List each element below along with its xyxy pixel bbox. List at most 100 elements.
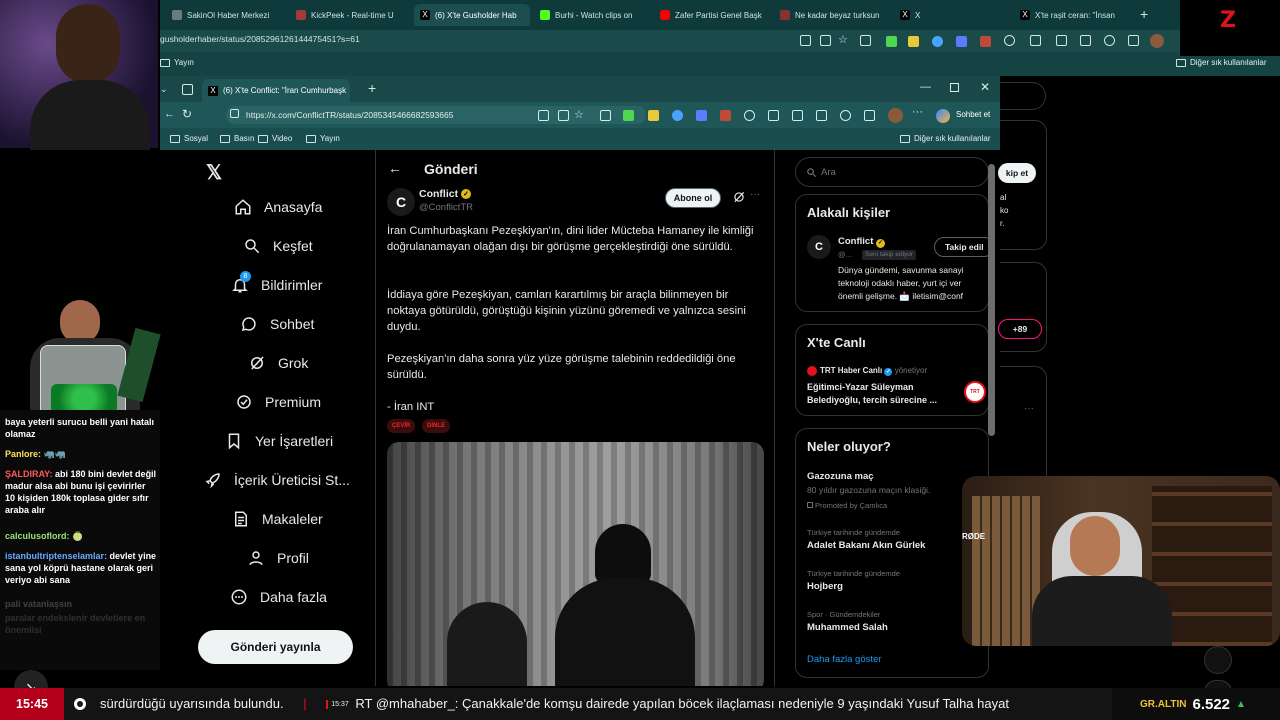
extension-yellow-icon[interactable] xyxy=(648,110,659,121)
extension-green-icon[interactable] xyxy=(623,110,634,121)
minimize-icon[interactable]: — xyxy=(920,81,931,93)
avatar[interactable] xyxy=(888,108,903,123)
front-url[interactable]: https://x.com/ConflictTR/status/20853454… xyxy=(246,110,453,120)
show-more-link[interactable]: Daha fazla göster xyxy=(807,653,881,666)
download-icon[interactable] xyxy=(864,110,875,121)
live-topic-line[interactable]: Belediyoğlu, tercih sürecine ... xyxy=(807,394,937,407)
split-icon[interactable] xyxy=(1030,35,1041,46)
nav-grok[interactable]: Grok xyxy=(248,354,308,372)
heartbeat-icon[interactable] xyxy=(840,110,851,121)
translate-icon[interactable] xyxy=(696,110,707,121)
favorite-item[interactable]: Yayın xyxy=(306,134,340,143)
back-url[interactable]: gusholderhaber/status/208529612614447545… xyxy=(160,34,360,44)
trt-logo-icon[interactable]: TRT xyxy=(964,381,986,403)
star-icon[interactable]: ☆ xyxy=(838,33,848,46)
trend-name[interactable]: Adalet Bakanı Akın Gürlek xyxy=(807,539,925,552)
new-tab-button[interactable]: + xyxy=(1140,6,1148,22)
grok-float-icon[interactable] xyxy=(1204,646,1232,674)
trend-name[interactable]: Hojberg xyxy=(807,580,843,593)
nav-notifications[interactable]: 8 Bildirimler xyxy=(231,271,322,294)
related-name[interactable]: Conflict ✓ xyxy=(838,235,885,248)
listen-tag[interactable]: DİNLE xyxy=(422,419,450,433)
live-topic-line[interactable]: Eğitimci-Yazar Süleyman xyxy=(807,381,914,394)
copilot-button[interactable]: Sohbet et xyxy=(956,110,990,119)
more-icon[interactable]: ··· xyxy=(750,189,760,200)
translate-icon[interactable] xyxy=(956,36,967,47)
tweet-image[interactable] xyxy=(387,442,764,686)
tab-list-chevron-icon[interactable]: ⌄ xyxy=(160,84,168,95)
browser-tab-active[interactable]: X (6) X'te Gusholder Hab xyxy=(414,4,530,26)
lock-icon[interactable] xyxy=(230,109,239,118)
heartbeat-icon[interactable] xyxy=(1104,35,1115,46)
download-icon[interactable] xyxy=(1128,35,1139,46)
browser-tab[interactable]: Burhi - Watch clips on xyxy=(534,4,652,26)
workspaces-icon[interactable] xyxy=(182,84,193,95)
trend-name[interactable]: Gazozuna maç xyxy=(807,470,874,483)
more-icon[interactable]: ··· xyxy=(1024,403,1034,414)
browser-tab-active[interactable]: X (6) X'te Conflict: "İran Cumhurbaşk ✕ xyxy=(202,79,350,102)
app-icon[interactable] xyxy=(558,110,569,121)
nav-home[interactable]: Anasayfa xyxy=(234,198,322,216)
scrollbar-thumb[interactable] xyxy=(988,164,995,436)
avatar[interactable]: C xyxy=(387,188,415,216)
collections-icon[interactable] xyxy=(1056,35,1067,46)
favorite-item[interactable]: Yayın xyxy=(160,58,194,67)
live-source[interactable]: TRT Haber Canlı ✓ yönetiyor xyxy=(820,364,927,377)
following-button[interactable]: Takip edil xyxy=(934,237,994,257)
author-handle[interactable]: @ConflictTR xyxy=(419,202,473,213)
browser-tab[interactable]: KickPeek - Real-time U xyxy=(290,4,408,26)
translate-tag[interactable]: ÇEVİR xyxy=(387,419,416,433)
grok-icon[interactable] xyxy=(732,190,746,204)
nav-articles[interactable]: Makaleler xyxy=(232,510,323,528)
nav-more[interactable]: Daha fazla xyxy=(230,588,327,606)
browser-tab[interactable]: XX xyxy=(894,4,1012,26)
settings-icon[interactable] xyxy=(744,110,755,121)
refresh-icon[interactable]: ↻ xyxy=(182,107,192,121)
star-icon[interactable]: ☆ xyxy=(574,108,584,121)
favorite-item[interactable]: Video xyxy=(258,134,292,143)
extension-icon[interactable] xyxy=(600,110,611,121)
extension-s-icon[interactable] xyxy=(720,110,731,121)
back-address-bar[interactable]: gusholderhaber/status/208529612614447545… xyxy=(160,30,1280,52)
collections-icon[interactable] xyxy=(792,110,803,121)
extension-icon[interactable] xyxy=(860,35,871,46)
settings-icon[interactable] xyxy=(1004,35,1015,46)
more-icon[interactable]: ··· xyxy=(912,106,923,118)
x-logo-icon[interactable]: 𝕏 xyxy=(206,160,222,185)
extension-blue-icon[interactable] xyxy=(672,110,683,121)
reader-icon[interactable] xyxy=(538,110,549,121)
new-tab-button[interactable]: + xyxy=(368,80,376,96)
other-favorites[interactable]: Diğer sık kullanılanlar xyxy=(900,134,990,143)
favorite-item[interactable]: Sosyal xyxy=(170,134,208,143)
extension-blue-icon[interactable] xyxy=(932,36,943,47)
favorite-item[interactable]: Basın xyxy=(220,134,254,143)
search-box[interactable]: Ara xyxy=(795,157,989,187)
follow-button-fragment[interactable]: kip et xyxy=(998,163,1036,183)
browser-tab[interactable]: SakinOl Haber Merkezi xyxy=(166,4,284,26)
extension-yellow-icon[interactable] xyxy=(908,36,919,47)
browser-tab[interactable]: Zafer Partisi Genel Başk xyxy=(654,4,772,26)
favorites-icon[interactable] xyxy=(1080,35,1091,46)
close-window-icon[interactable]: ✕ xyxy=(980,80,990,94)
app-icon[interactable] xyxy=(820,35,831,46)
nav-chat[interactable]: Sohbet xyxy=(240,315,314,333)
nav-profile[interactable]: Profil xyxy=(247,549,309,567)
nav-premium[interactable]: Premium xyxy=(235,393,321,411)
subscribe-button[interactable]: Abone ol xyxy=(665,188,721,208)
back-arrow-icon[interactable]: ← xyxy=(388,160,402,176)
author-name[interactable]: Conflict ✓ xyxy=(419,188,472,200)
back-arrow-icon[interactable]: ← xyxy=(164,108,175,120)
browser-tab[interactable]: Ne kadar beyaz turksun xyxy=(774,4,894,26)
trend-name[interactable]: Muhammed Salah xyxy=(807,621,888,634)
nav-creator-studio[interactable]: İçerik Üreticisi St... xyxy=(204,471,350,489)
nav-explore[interactable]: Keşfet xyxy=(243,237,313,255)
split-icon[interactable] xyxy=(768,110,779,121)
maximize-icon[interactable] xyxy=(950,83,959,92)
extension-s-icon[interactable] xyxy=(980,36,991,47)
browser-tab[interactable]: X X'te raşit ceran: "İnsan xyxy=(1014,4,1132,26)
reader-icon[interactable] xyxy=(800,35,811,46)
post-button[interactable]: Gönderi yayınla xyxy=(198,630,353,664)
avatar[interactable] xyxy=(1150,34,1164,48)
other-favorites[interactable]: Diğer sık kullanılanlar xyxy=(1176,58,1266,67)
avatar[interactable]: C xyxy=(807,235,831,259)
